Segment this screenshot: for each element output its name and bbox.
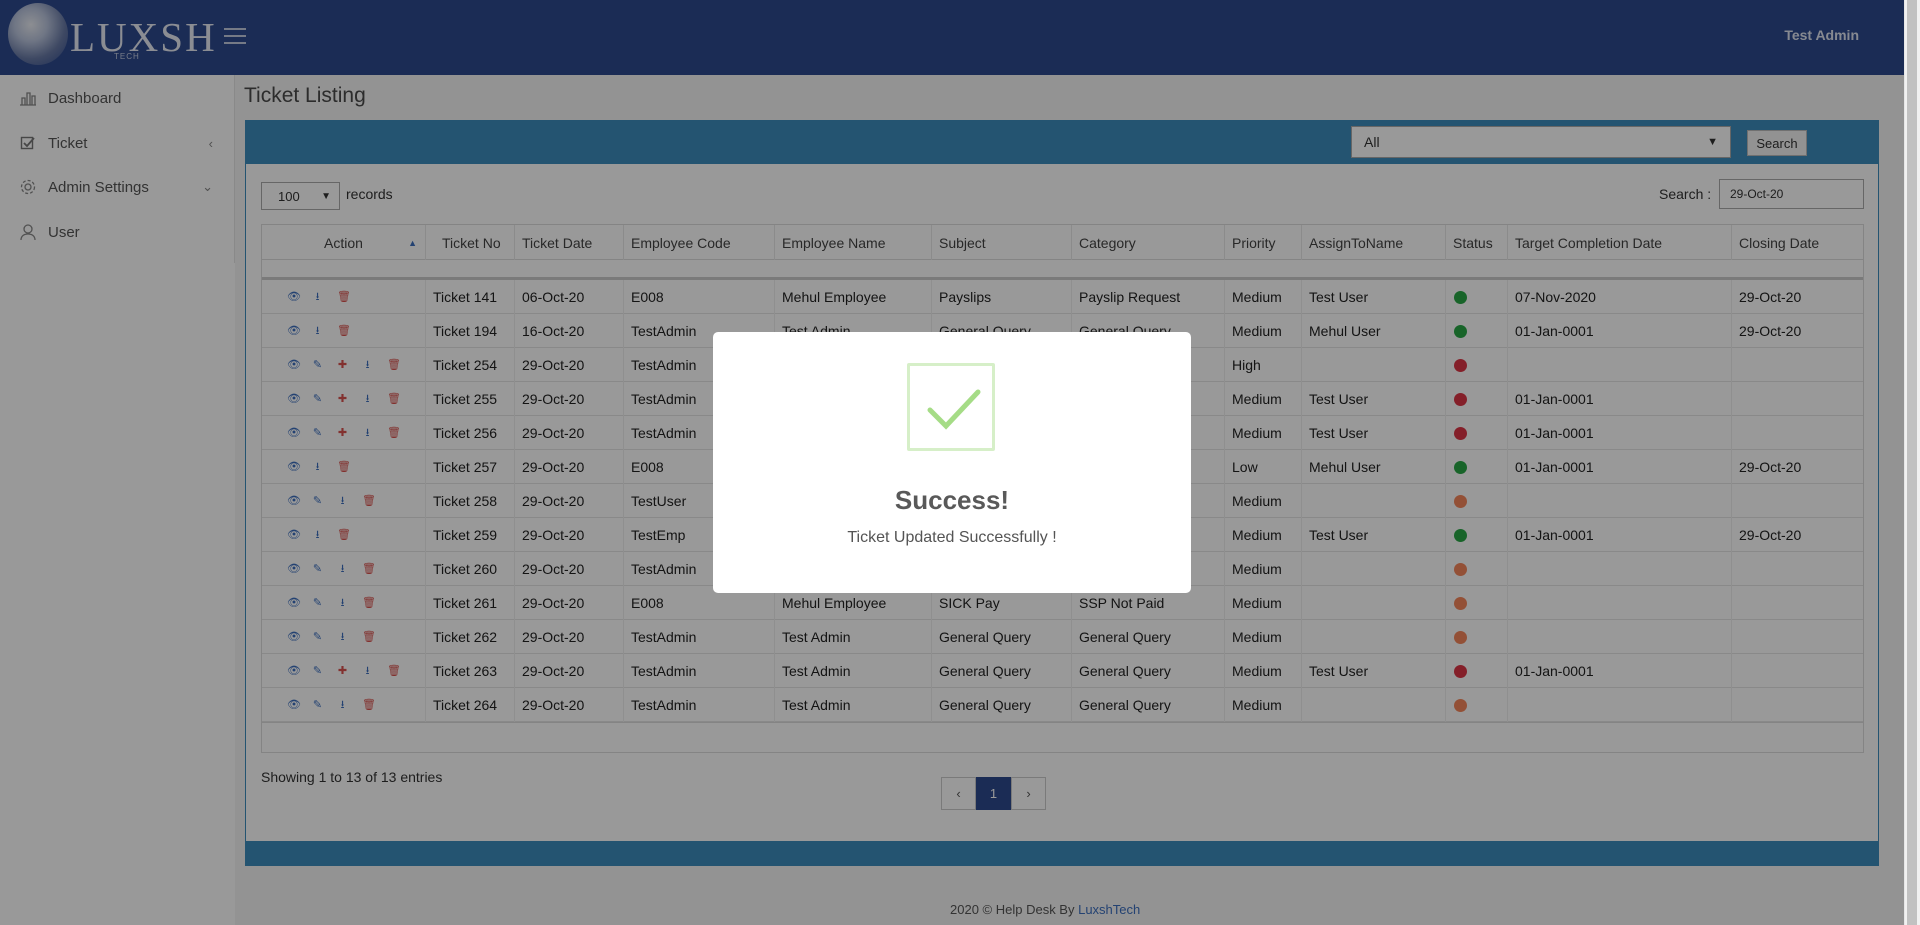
- page-scrollbar[interactable]: [1904, 0, 1920, 925]
- dialog-title: Success!: [894, 485, 1010, 515]
- success-dialog: Success! Ticket Updated Successfully !: [713, 332, 1191, 593]
- scrollbar-thumb[interactable]: [1907, 0, 1917, 925]
- success-check-icon: [907, 363, 995, 451]
- dialog-message: Ticket Updated Successfully !: [847, 529, 1057, 546]
